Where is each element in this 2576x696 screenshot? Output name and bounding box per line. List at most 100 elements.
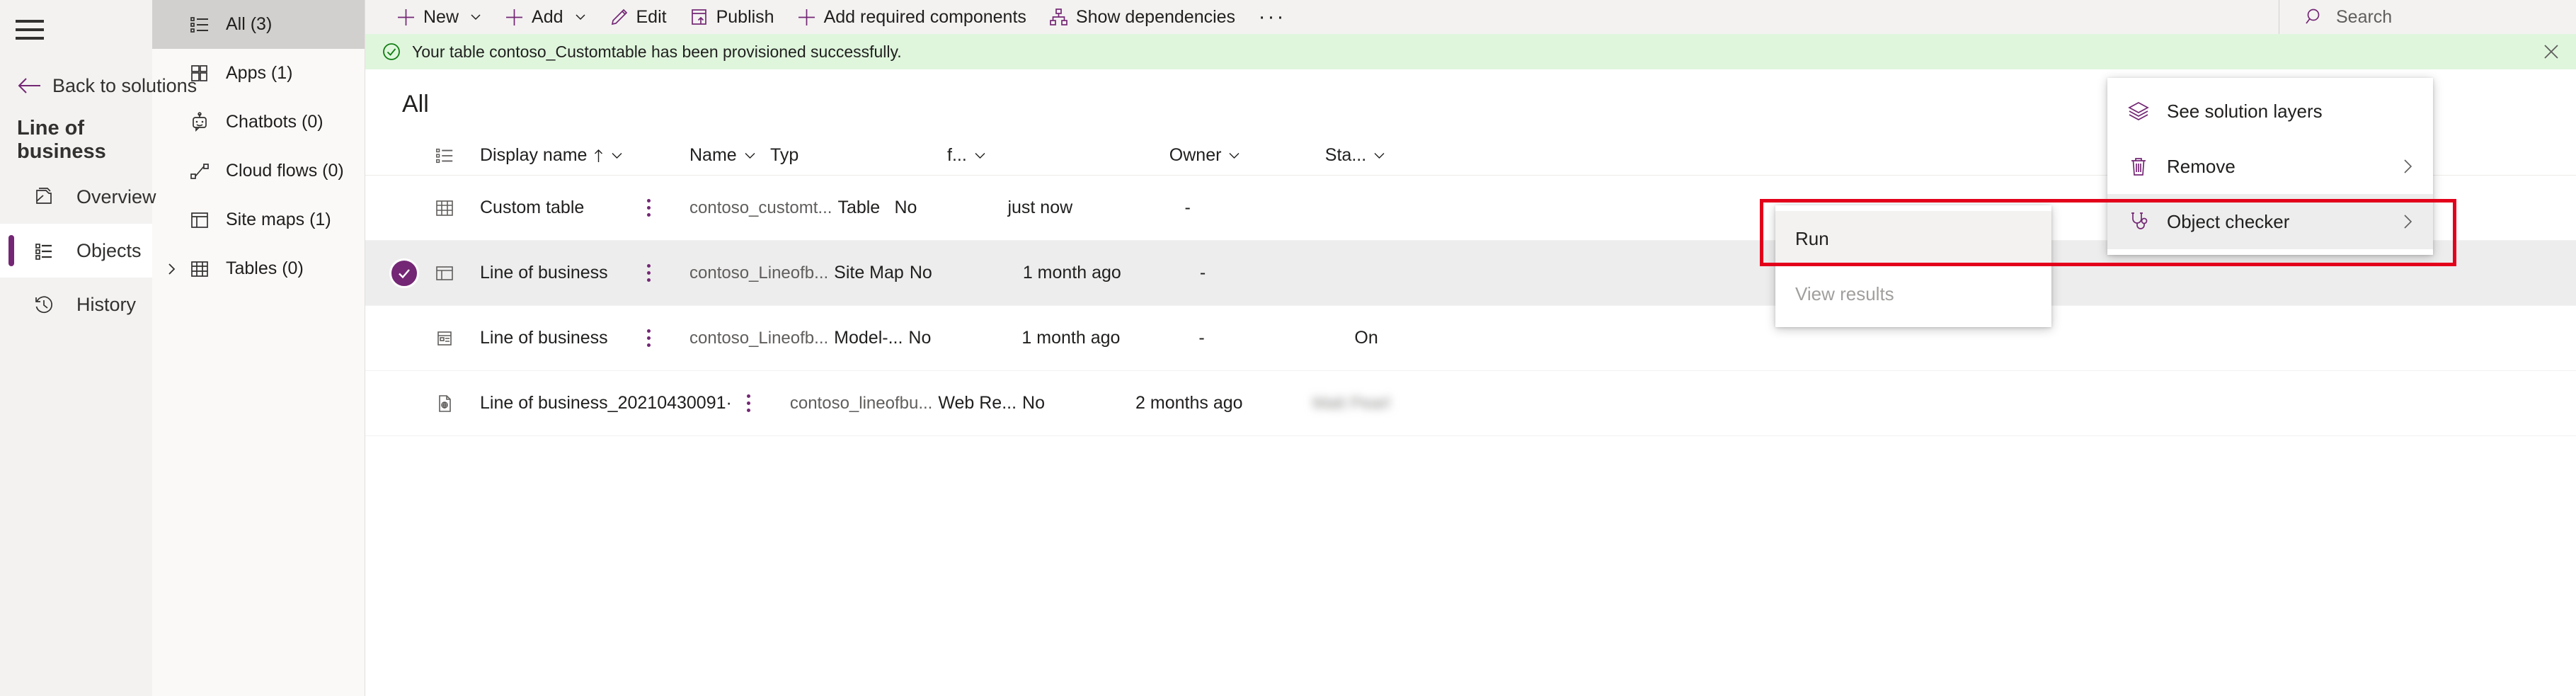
- command-bar: New Add Edit: [365, 0, 2576, 34]
- table-row[interactable]: Line of business contoso_Lineofb... Mode…: [365, 306, 2576, 371]
- chevron-down-icon[interactable]: [973, 149, 987, 162]
- row-owner-text: Matt Pearl: [1312, 394, 1390, 413]
- chevron-down-icon[interactable]: [469, 11, 482, 23]
- hamburger-menu-icon[interactable]: [16, 8, 58, 51]
- type-item-chatbots[interactable]: Chatbots (0): [152, 98, 365, 147]
- row-display-name[interactable]: Line of business_20210430091·: [462, 393, 732, 413]
- submenu-item-run[interactable]: Run: [1775, 211, 2051, 266]
- type-item-label: Tables (0): [226, 258, 304, 279]
- row-display-name-text: Line of business_20210430091·: [480, 393, 732, 413]
- column-header-label: Sta...: [1325, 145, 1366, 166]
- notification-message: Your table contoso_Customtable has been …: [412, 42, 902, 62]
- chevron-down-icon[interactable]: [743, 149, 757, 162]
- kebab-icon: [647, 264, 651, 282]
- menu-item-label: Object checker: [2167, 211, 2289, 233]
- menu-item-object-checker[interactable]: Object checker: [2107, 194, 2433, 249]
- search-icon: [2305, 7, 2325, 27]
- row-more-actions-button[interactable]: [631, 199, 665, 217]
- chevron-down-icon[interactable]: [574, 11, 587, 23]
- row-display-name[interactable]: Custom table: [462, 198, 631, 218]
- row-more-actions-button[interactable]: [732, 394, 766, 412]
- cloud-flow-icon: [189, 161, 210, 182]
- chevron-down-icon[interactable]: [1227, 149, 1241, 162]
- row-managed-text: No: [908, 328, 931, 348]
- column-header-type[interactable]: Typ: [765, 145, 821, 166]
- column-header-display-name[interactable]: Display name: [462, 145, 631, 166]
- column-header-managed[interactable]: f...: [821, 145, 987, 166]
- row-owner: -: [1179, 198, 1334, 218]
- row-modified-text: just now: [1007, 198, 1072, 217]
- row-modified-text: 2 months ago: [1135, 393, 1243, 413]
- arrow-left-icon: [17, 76, 41, 95]
- overflow-context-menu: See solution layers Remove Object checke…: [2107, 78, 2433, 255]
- row-modified: just now: [1002, 198, 1179, 218]
- row-name-text: contoso_Lineofb...: [689, 263, 828, 283]
- column-header-name[interactable]: Name: [665, 145, 765, 166]
- new-button[interactable]: New: [385, 0, 493, 34]
- list-icon: [189, 14, 210, 35]
- back-to-solutions-link[interactable]: Back to solutions: [0, 67, 152, 105]
- trash-icon: [2127, 155, 2150, 178]
- new-button-label: New: [423, 7, 459, 28]
- sitemap-icon: [189, 210, 210, 231]
- row-owner: -: [1193, 328, 1349, 348]
- pencil-icon: [609, 8, 629, 27]
- add-button[interactable]: Add: [493, 0, 597, 34]
- overview-icon: [31, 184, 57, 210]
- type-item-site-maps[interactable]: Site maps (1): [152, 195, 365, 244]
- rail-nav: Overview Objects History: [0, 170, 152, 331]
- sidebar-item-label: Overview: [76, 186, 156, 208]
- overflow-menu-button[interactable]: ···: [1252, 0, 1292, 34]
- kebab-icon: [747, 394, 750, 412]
- sidebar-item-overview[interactable]: Overview: [0, 170, 152, 224]
- column-header-status[interactable]: Sta...: [1320, 145, 1461, 166]
- row-checkbox[interactable]: [381, 258, 428, 288]
- row-managed: No: [904, 263, 1017, 283]
- success-check-circle-icon: [382, 42, 401, 61]
- sidebar-item-objects[interactable]: Objects: [0, 224, 152, 278]
- type-item-cloud-flows[interactable]: Cloud flows (0): [152, 147, 365, 195]
- row-modified: 1 month ago: [1016, 328, 1193, 348]
- close-icon[interactable]: [2542, 42, 2560, 61]
- row-display-name[interactable]: Line of business: [462, 328, 631, 348]
- row-managed-text: No: [1022, 393, 1045, 413]
- list-icon: [435, 146, 454, 166]
- column-header-label: Display name: [480, 145, 587, 166]
- publish-button[interactable]: Publish: [678, 0, 786, 34]
- dependencies-icon: [1049, 8, 1068, 27]
- row-type-icon: [428, 328, 462, 349]
- row-managed: No: [903, 328, 1016, 348]
- sidebar-item-label: Objects: [76, 240, 142, 262]
- sidebar-item-label: History: [76, 294, 136, 316]
- menu-item-see-solution-layers[interactable]: See solution layers: [2107, 84, 2433, 139]
- left-rail: Back to solutions Line of business Overv…: [0, 0, 152, 696]
- search-input[interactable]: Search: [2279, 0, 2562, 34]
- row-more-actions-button[interactable]: [631, 264, 665, 282]
- type-item-label: Chatbots (0): [226, 112, 324, 132]
- row-display-name-text: Line of business: [480, 263, 608, 283]
- solution-objects-page: Back to solutions Line of business Overv…: [0, 0, 2576, 696]
- table-row[interactable]: Line of business_20210430091· contoso_li…: [365, 371, 2576, 436]
- show-dependencies-button[interactable]: Show dependencies: [1038, 0, 1247, 34]
- add-required-components-button[interactable]: Add required components: [786, 0, 1038, 34]
- type-item-apps[interactable]: Apps (1): [152, 49, 365, 98]
- edit-button-label: Edit: [636, 7, 667, 28]
- row-name: contoso_lineofbu...: [766, 394, 932, 413]
- chevron-down-icon[interactable]: [1373, 149, 1386, 162]
- menu-item-label: Remove: [2167, 156, 2236, 178]
- column-header-owner[interactable]: Owner: [1164, 145, 1320, 166]
- type-item-all[interactable]: All (3): [152, 0, 365, 49]
- sidebar-item-history[interactable]: History: [0, 278, 152, 331]
- row-selected-check-icon: [389, 258, 419, 288]
- type-item-tables[interactable]: Tables (0): [152, 244, 365, 293]
- menu-item-remove[interactable]: Remove: [2107, 139, 2433, 194]
- edit-button[interactable]: Edit: [598, 0, 678, 34]
- submenu-item-label: Run: [1795, 228, 1829, 250]
- row-display-name[interactable]: Line of business: [462, 263, 631, 283]
- chevron-right-icon[interactable]: [165, 262, 179, 276]
- chevron-down-icon[interactable]: [610, 149, 624, 162]
- row-more-actions-button[interactable]: [631, 329, 665, 347]
- type-item-label: Cloud flows (0): [226, 161, 344, 181]
- row-owner-text: -: [1198, 328, 1204, 348]
- table-grid-icon: [434, 198, 455, 219]
